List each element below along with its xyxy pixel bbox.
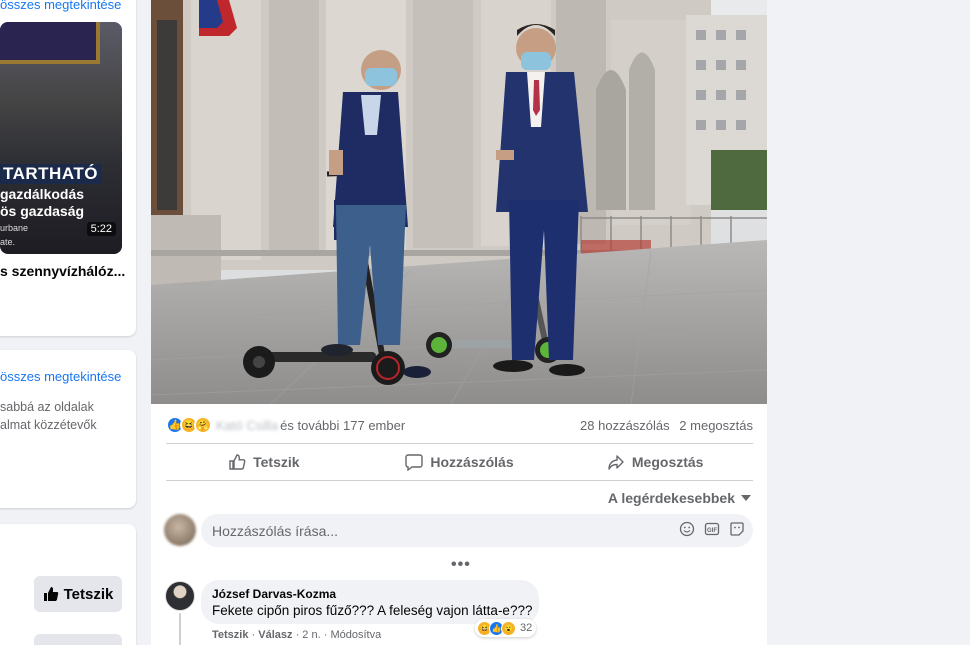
- video-caption-small: ate.: [0, 237, 16, 247]
- gif-icon[interactable]: GIF: [704, 521, 720, 537]
- reply-thread-line: [179, 613, 181, 645]
- share-arrow-icon: [608, 455, 624, 470]
- sort-label: A legérdekesebbek: [607, 490, 735, 506]
- comment-like-link[interactable]: Tetszik: [212, 629, 248, 641]
- comment-button[interactable]: Hozzászólás: [362, 444, 558, 480]
- comment-placeholder: Hozzászólás írása...: [212, 522, 339, 539]
- comment-age[interactable]: 2 n.: [302, 629, 320, 641]
- video-caption-small: urbane: [0, 223, 29, 233]
- current-user-avatar[interactable]: [164, 514, 196, 546]
- photo-illustration: [151, 0, 767, 404]
- video-caption-line: gazdálkodás: [0, 186, 85, 202]
- share-button[interactable]: Megosztás: [557, 444, 753, 480]
- comments-count[interactable]: 28 hozzászólás: [580, 418, 670, 433]
- videos-card: összes megtekintése TARTHATÓ gazdálkodás…: [0, 0, 136, 336]
- reaction-icons: 👍 😆 🤗: [166, 416, 212, 434]
- info-text: sabbá az oldalak: [0, 400, 94, 414]
- comment-edited[interactable]: Módosítva: [330, 629, 381, 641]
- comment-bubble: József Darvas-Kozma Fekete cipőn piros f…: [201, 580, 539, 624]
- comment-meta: Tetszik · Válasz · 2 n. · Módosítva: [212, 629, 382, 641]
- engagement-counts: 28 hozzászólás 2 megosztás: [574, 418, 753, 433]
- picture-frame-decoration: [0, 22, 100, 64]
- reactions-others-text: és további 177 ember: [280, 417, 406, 433]
- wow-reaction-icon: 😮: [501, 620, 516, 636]
- comment-text: Fekete cipőn piros fűző??? A feleség vaj…: [212, 603, 533, 618]
- video-thumbnail[interactable]: TARTHATÓ gazdálkodás ös gazdaság urbane …: [0, 22, 122, 254]
- post-photo[interactable]: [151, 0, 767, 404]
- video-duration-badge: 5:22: [86, 222, 116, 236]
- video-title[interactable]: s szennyvízhálóz...: [0, 263, 125, 279]
- comment-input-tools: GIF: [679, 521, 745, 537]
- blurred-reactor-name: Kató Csilla: [216, 417, 279, 433]
- share-label: Megosztás: [631, 454, 704, 470]
- see-all-link[interactable]: összes megtekintése: [0, 369, 121, 384]
- video-caption-line: ös gazdaság: [0, 203, 85, 219]
- comment-reaction-number: 32: [520, 622, 533, 634]
- comment-input[interactable]: Hozzászólás írása... GIF: [201, 514, 753, 547]
- shares-count[interactable]: 2 megosztás: [679, 418, 753, 433]
- care-reaction-icon: 🤗: [194, 416, 212, 434]
- comment-reply-link[interactable]: Válasz: [258, 629, 292, 641]
- info-text: almat közzétevők: [0, 418, 97, 432]
- commenter-name[interactable]: József Darvas-Kozma: [212, 587, 528, 601]
- speech-bubble-icon: [405, 454, 424, 471]
- commenter-avatar[interactable]: [165, 581, 195, 611]
- page-transparency-card: összes megtekintése sabbá az oldalak alm…: [0, 350, 136, 508]
- like-page-button[interactable]: Tetszik: [34, 576, 122, 612]
- caret-down-icon: [741, 495, 751, 501]
- sticker-icon[interactable]: [729, 521, 745, 537]
- comment-label: Hozzászólás: [430, 454, 514, 470]
- emoji-icon[interactable]: [679, 521, 695, 537]
- svg-text:GIF: GIF: [707, 528, 717, 534]
- reactions-who[interactable]: 👍 😆 🤗 Kató Csilla és további 177 ember: [166, 416, 405, 434]
- left-column: összes megtekintése TARTHATÓ gazdálkodás…: [0, 0, 138, 645]
- thumbs-up-icon: [229, 454, 246, 470]
- like-page-label: Tetszik: [63, 585, 114, 603]
- like-label: Tetszik: [253, 454, 300, 470]
- see-all-videos-link[interactable]: összes megtekintése: [0, 0, 121, 12]
- divider: [166, 480, 753, 481]
- more-comments-dots[interactable]: •••: [451, 556, 471, 574]
- related-pages-card: Tetszik: [0, 524, 136, 645]
- reactions-summary: 👍 😆 🤗 Kató Csilla és további 177 ember 2…: [166, 414, 753, 436]
- secondary-button[interactable]: [34, 634, 122, 645]
- post-card: 👍 😆 🤗 Kató Csilla és további 177 ember 2…: [151, 0, 767, 645]
- video-caption-main: TARTHATÓ: [0, 164, 101, 184]
- comment-sort-dropdown[interactable]: A legérdekesebbek: [608, 490, 751, 506]
- like-button[interactable]: Tetszik: [166, 444, 362, 480]
- thumbs-up-icon: [43, 587, 58, 601]
- post-actions: Tetszik Hozzászólás Megosztás: [166, 444, 753, 480]
- comment-reaction-count[interactable]: 😆 👍 😮 32: [475, 619, 537, 637]
